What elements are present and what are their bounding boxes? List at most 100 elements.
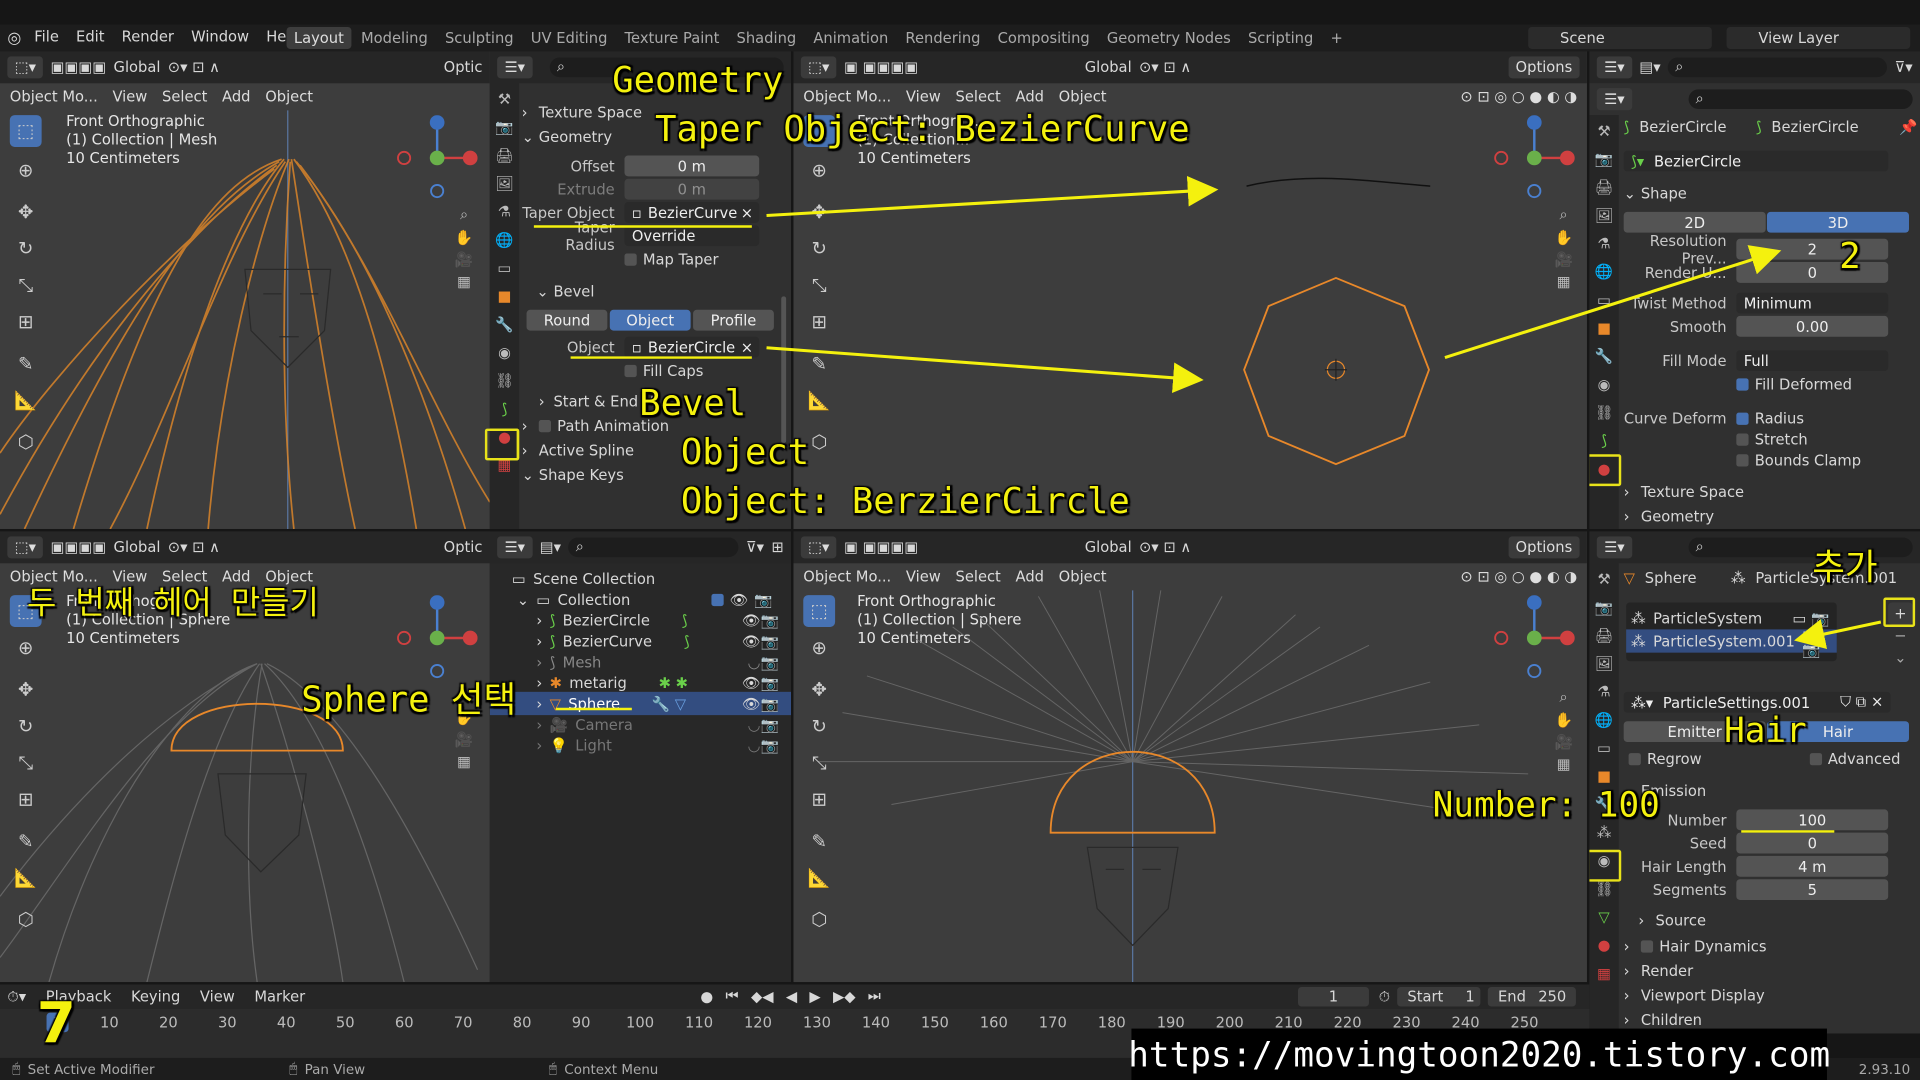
snap-icon[interactable]: ⊙▾ ⊡ ∧ <box>168 59 220 76</box>
render-tab-icon[interactable]: 📷 <box>495 119 513 136</box>
select-tool-icon[interactable]: ⬚ <box>9 115 42 147</box>
transform-orientation[interactable]: Global <box>1085 59 1132 76</box>
zoom-icon[interactable]: ⌕ <box>1560 206 1568 224</box>
menu-select[interactable]: Select <box>955 568 1000 585</box>
prev-key-icon[interactable]: ◆◀ <box>751 988 774 1005</box>
bevel-profile-tab[interactable]: Profile <box>693 309 774 331</box>
physics-tab-icon[interactable]: ◉ <box>498 344 511 361</box>
transform-orientation[interactable]: Global <box>1085 539 1132 556</box>
search-icon[interactable]: ⌕ <box>1688 537 1913 558</box>
eye-icon[interactable]: 👁📷 <box>742 612 779 629</box>
view-layer-selector[interactable]: View Layer <box>1726 26 1911 49</box>
camera-icon[interactable]: 🎥 <box>455 251 473 268</box>
bevel-section[interactable]: ⌄ Bevel <box>522 279 782 302</box>
select-box-icon[interactable]: ▣ ▣▣▣▣ <box>844 539 918 556</box>
cursor-tool-icon[interactable]: ⊕ <box>803 632 835 664</box>
zoom-icon[interactable]: ⌕ <box>460 206 468 224</box>
tab-modeling[interactable]: Modeling <box>354 27 436 49</box>
fill-deformed-checkbox[interactable]: Fill Deformed <box>1624 372 1918 395</box>
mode-selector[interactable]: Object Mo... <box>803 88 891 105</box>
scene-tab-icon[interactable]: ⚗ <box>498 203 511 220</box>
hair-dynamics-section[interactable]: › Hair Dynamics <box>1624 934 1918 957</box>
tab-geometry-nodes[interactable]: Geometry Nodes <box>1100 27 1239 49</box>
grid-icon[interactable]: ▦ <box>457 753 471 770</box>
physics-tab-icon[interactable]: ◉ <box>1598 376 1611 393</box>
measure-tool-icon[interactable]: 📐 <box>10 862 42 894</box>
view-layer-tab-icon[interactable]: 🖼 <box>1595 655 1614 672</box>
render-section[interactable]: › Render <box>1624 959 1918 982</box>
fill-mode-dropdown[interactable]: Full <box>1736 350 1889 372</box>
eye-icon[interactable]: 👁📷 <box>742 674 779 691</box>
emission-section[interactable]: ⌄ Emission <box>1624 779 1918 802</box>
scene-selector[interactable]: Scene <box>1528 26 1712 49</box>
tab-uv-editing[interactable]: UV Editing <box>523 27 614 49</box>
mesh-data-tab-icon[interactable]: ▽ <box>1598 909 1609 926</box>
editor-type-button[interactable]: ☰▾ <box>497 56 533 79</box>
zoom-icon[interactable]: ⌕ <box>1560 688 1568 706</box>
editor-type-button[interactable]: ⬚▾ <box>800 536 837 559</box>
pan-hand-icon[interactable]: ✋ <box>1555 711 1573 728</box>
number-field[interactable]: 100 <box>1736 809 1889 831</box>
navigation-gizmo[interactable] <box>1491 115 1577 201</box>
blender-logo-icon[interactable]: ◎ <box>7 29 31 47</box>
keying-menu[interactable]: Keying <box>131 988 180 1005</box>
filter-icon[interactable]: ⊽▾ <box>1895 59 1913 76</box>
scrollbar[interactable] <box>781 296 787 444</box>
tool-tab-icon[interactable]: ⚒ <box>1597 571 1610 588</box>
add-cube-tool-icon[interactable]: ⬡ <box>10 426 42 458</box>
menu-view[interactable]: View <box>906 568 941 585</box>
particles-tab-icon[interactable]: ⁂ <box>1597 824 1612 841</box>
eye-closed-icon[interactable]: ◡📷 <box>748 653 779 670</box>
snap-icon[interactable]: ⊙▾ ⊡ ∧ <box>1139 59 1191 76</box>
editor-type-button-2[interactable]: ☰▾ <box>1596 88 1632 111</box>
grid-icon[interactable]: ▦ <box>1557 756 1571 773</box>
camera-icon[interactable]: 🎥 <box>1555 733 1573 750</box>
radius-checkbox[interactable]: Radius <box>1736 410 1804 427</box>
outliner-item-beziercircle[interactable]: › ⟆ BezierCircle ⟆ 👁📷 <box>490 609 791 632</box>
pan-hand-icon[interactable]: ✋ <box>1555 229 1573 246</box>
scene-tab-icon[interactable]: ⚗ <box>1597 235 1610 252</box>
menu-add[interactable]: Add <box>1016 88 1044 105</box>
add-cube-tool-icon[interactable]: ⬡ <box>803 904 835 936</box>
editor-type-button[interactable]: ☰▾ <box>497 536 533 559</box>
fill-caps-checkbox[interactable]: Fill Caps <box>522 359 782 382</box>
shading-buttons[interactable]: ⊙ ⊡ ◎ ○ ● ◐ ◑ <box>1460 568 1577 585</box>
scene-collection-row[interactable]: ▭ Scene Collection <box>490 567 791 590</box>
tab-compositing[interactable]: Compositing <box>990 27 1097 49</box>
scale-tool-icon[interactable]: ⤡ <box>803 269 835 301</box>
visibility-icons[interactable]: 👁📷 <box>711 591 779 608</box>
mode-selector[interactable]: Object Mo... <box>803 568 891 585</box>
menu-render[interactable]: Render <box>122 28 174 45</box>
next-key-icon[interactable]: ▶◆ <box>833 988 856 1005</box>
collection-tab-icon[interactable]: ▭ <box>498 260 512 277</box>
viewport-top-left[interactable]: ⬚▾ ▣▣▣▣ Global ⊙▾ ⊡ ∧ Optic Object Mo...… <box>0 51 490 529</box>
world-tab-icon[interactable]: 🌐 <box>495 231 513 248</box>
move-tool-icon[interactable]: ✥ <box>803 673 835 705</box>
tab-texture-paint[interactable]: Texture Paint <box>617 27 727 49</box>
texture-tab-icon[interactable]: ▦ <box>1597 965 1611 982</box>
world-tab-icon[interactable]: 🌐 <box>1595 711 1613 728</box>
annotate-tool-icon[interactable]: ✎ <box>803 348 835 380</box>
editor-type-button[interactable]: ☰▾ <box>1596 56 1632 79</box>
viewport-bottom-right[interactable]: ⬚▾ ▣ ▣▣▣▣ Global ⊙▾ ⊡ ∧ Options Object M… <box>793 531 1587 983</box>
curve-datablock-field[interactable]: ⟆▾ BezierCircle <box>1623 150 1889 172</box>
filter-icon[interactable]: ⊽▾ <box>746 539 764 556</box>
render-resolution-field[interactable]: 0 <box>1736 262 1889 283</box>
render-tab-icon[interactable]: 📷 <box>1595 599 1613 616</box>
snap-icon[interactable]: ⊙▾ ⊡ ∧ <box>1139 539 1191 556</box>
timeline-editor-icon[interactable]: ⏱▾ <box>7 988 26 1006</box>
menu-select[interactable]: Select <box>162 88 207 105</box>
transform-tool-icon[interactable]: ⊞ <box>10 784 42 816</box>
material-tab-icon[interactable]: ● <box>1598 937 1611 954</box>
scale-tool-icon[interactable]: ⤡ <box>10 269 42 301</box>
scene-tab-icon[interactable]: ⚗ <box>1597 683 1610 700</box>
geometry-section[interactable]: › Geometry <box>1624 504 1918 527</box>
menu-add[interactable]: Add <box>1016 568 1044 585</box>
children-section[interactable]: › Children <box>1624 1008 1918 1031</box>
menu-object[interactable]: Object <box>1059 568 1107 585</box>
measure-tool-icon[interactable]: 📐 <box>803 384 835 416</box>
outliner-item-sphere[interactable]: › ▽ Sphere 🔧 ▽ 👁📷 <box>489 691 792 716</box>
view-menu[interactable]: View <box>200 988 235 1005</box>
transform-tool-icon[interactable]: ⊞ <box>10 306 42 338</box>
taper-radius-dropdown[interactable]: Override <box>624 225 760 247</box>
